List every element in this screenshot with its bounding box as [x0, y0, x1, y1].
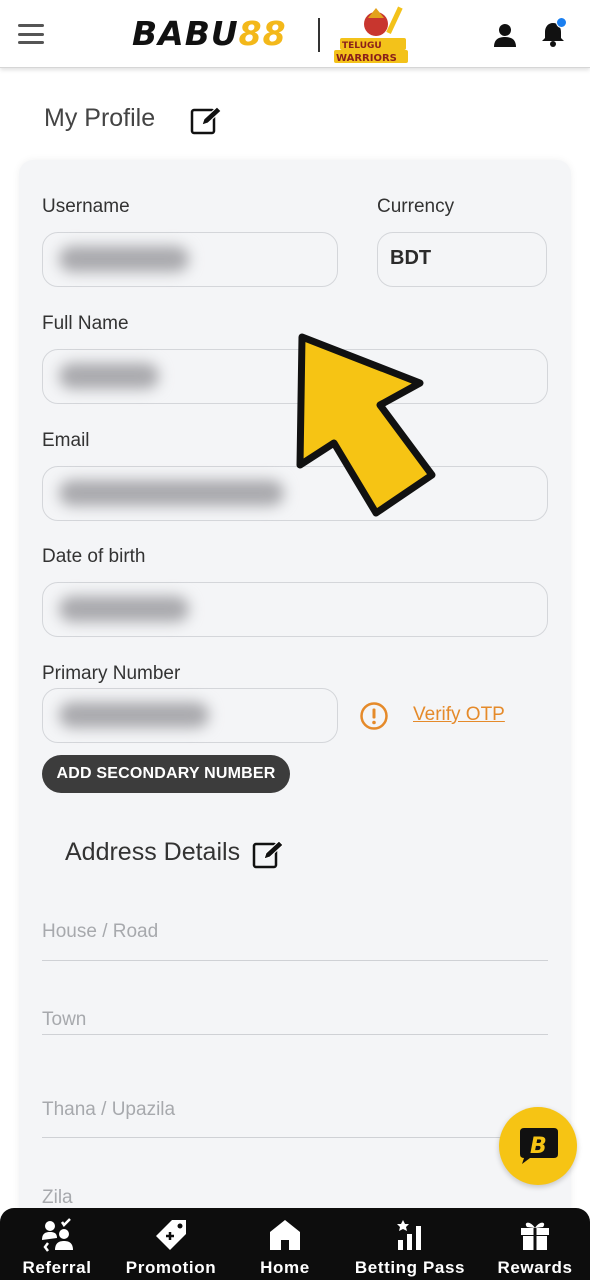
brand-logo[interactable]: BABU88: [132, 14, 287, 54]
town-placeholder: Town: [42, 1009, 87, 1030]
currency-field: BDT: [377, 232, 547, 287]
zila-input[interactable]: Zila: [42, 1183, 548, 1208]
add-secondary-number-button[interactable]: ADD SECONDARY NUMBER: [42, 755, 290, 793]
promotion-icon: [156, 1220, 186, 1250]
house-road-input[interactable]: House / Road: [42, 915, 548, 961]
nav-label-referral: Referral: [22, 1258, 92, 1277]
top-header: BABU88 TELUGU WARRIORS: [0, 0, 590, 68]
nav-item-home[interactable]: Home: [254, 1208, 316, 1280]
email-value-blurred: [59, 480, 284, 506]
edit-profile-icon[interactable]: [190, 106, 222, 136]
dob-label: Date of birth: [42, 546, 146, 567]
username-value-blurred: [59, 246, 189, 272]
user-profile-icon[interactable]: [492, 22, 518, 48]
nav-label-rewards: Rewards: [497, 1258, 573, 1277]
svg-text:B: B: [530, 1134, 547, 1159]
address-section-title: Address Details: [65, 838, 241, 866]
rewards-icon: [521, 1222, 549, 1250]
username-label: Username: [42, 196, 130, 217]
page-title: My Profile: [44, 104, 156, 132]
verify-otp-link[interactable]: Verify OTP: [413, 704, 505, 726]
town-input[interactable]: Town: [42, 1005, 548, 1035]
house-road-placeholder: House / Road: [42, 921, 159, 942]
logo-divider: [318, 18, 320, 52]
thana-upazila-input[interactable]: Thana / Upazila: [42, 1095, 548, 1138]
bottom-navigation: Referral Promotion Home Betting Pass Rew…: [0, 1208, 590, 1280]
currency-value: BDT: [390, 247, 432, 269]
svg-text:WARRIORS: WARRIORS: [336, 53, 397, 64]
currency-label: Currency: [377, 196, 455, 217]
nav-label-betting-pass: Betting Pass: [354, 1258, 466, 1277]
logo-text-accent: 88: [238, 14, 287, 53]
edit-address-icon[interactable]: [252, 840, 284, 870]
home-icon: [270, 1220, 300, 1250]
partner-logo-icon: TELUGU WARRIORS: [334, 6, 408, 64]
chat-logo-icon: B: [520, 1128, 558, 1164]
nav-item-betting-pass[interactable]: Betting Pass: [350, 1208, 470, 1280]
nav-label-promotion: Promotion: [125, 1258, 217, 1277]
pointer-arrow-icon: [296, 333, 436, 517]
zila-placeholder: Zila: [42, 1187, 73, 1208]
nav-label-home: Home: [260, 1258, 310, 1277]
warning-icon: [360, 702, 388, 730]
full-name-label: Full Name: [42, 313, 129, 334]
full-name-value-blurred: [59, 363, 159, 389]
floating-chat-button[interactable]: B: [499, 1107, 577, 1185]
betting-pass-icon: [397, 1220, 421, 1250]
primary-number-field[interactable]: [42, 688, 338, 743]
nav-item-rewards[interactable]: Rewards: [494, 1208, 576, 1280]
username-field[interactable]: [42, 232, 338, 287]
dob-value-blurred: [59, 596, 189, 622]
hamburger-menu-icon[interactable]: [18, 24, 44, 44]
nav-item-promotion[interactable]: Promotion: [122, 1208, 220, 1280]
primary-number-label: Primary Number: [42, 663, 181, 684]
email-label: Email: [42, 430, 90, 451]
logo-text-main: BABU: [132, 14, 239, 53]
primary-number-value-blurred: [59, 702, 209, 728]
nav-item-referral[interactable]: Referral: [18, 1208, 96, 1280]
thana-upazila-placeholder: Thana / Upazila: [42, 1099, 176, 1120]
notification-badge: [556, 17, 567, 28]
referral-icon: [42, 1218, 73, 1252]
dob-field[interactable]: [42, 582, 548, 637]
svg-text:TELUGU: TELUGU: [342, 41, 382, 51]
